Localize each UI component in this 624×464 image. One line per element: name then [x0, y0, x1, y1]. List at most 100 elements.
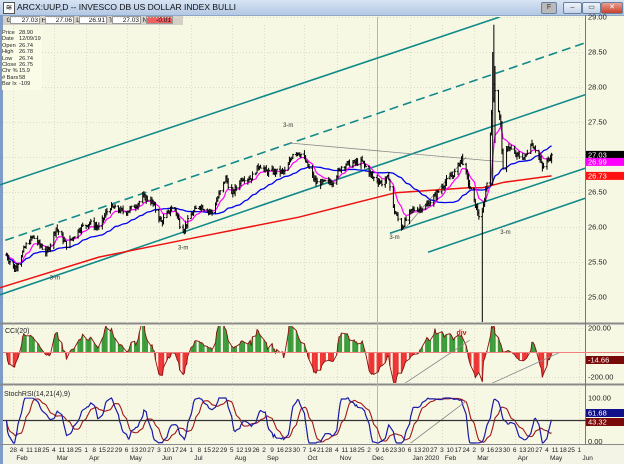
date-axis-month: Nov [340, 455, 352, 462]
date-axis-day: 2 [472, 447, 476, 454]
date-axis-day: 16 [487, 447, 495, 454]
stoch-title: StochRSI(14,21(4),9) [4, 391, 70, 398]
date-axis-day: 16 [382, 447, 390, 454]
date-axis-day: 8 [198, 447, 202, 454]
date-axis-day: 28 [325, 447, 333, 454]
date-axis-month: Apr [518, 455, 529, 462]
date-axis-day: 9 [480, 447, 484, 454]
date-axis-day: 24 [463, 447, 471, 454]
price-panel [0, 17, 585, 322]
info-value: 26.78 [19, 49, 33, 56]
date-axis-month: Aug [235, 455, 247, 462]
price-axis-label: 28.50 [588, 48, 607, 57]
date-axis-day: 11 [552, 447, 559, 454]
cci-axis-label: -200.00 [588, 373, 613, 382]
price-bar [526, 149, 529, 156]
date-axis-day: 6 [125, 447, 129, 454]
date-axis-day: 4 [20, 447, 24, 454]
date-axis-day: 2 [262, 447, 266, 454]
date-axis-day: 23 [285, 447, 293, 454]
date-axis-day: 18 [34, 447, 42, 454]
date-axis-day: 25 [42, 447, 50, 454]
price-axis-label: 25.00 [588, 293, 607, 302]
date-axis-day: 10 [163, 447, 171, 454]
date-axis-day: 9 [375, 447, 379, 454]
date-axis-day: 14 [309, 447, 317, 454]
info-row: Bar Ix -109 [2, 81, 42, 87]
date-axis-month: May [550, 455, 563, 462]
info-value: 12/09/19 [19, 36, 41, 43]
date-axis-day: 25 [568, 447, 576, 454]
price-bar [65, 240, 68, 250]
date-axis-day: 17 [171, 447, 179, 454]
date-axis-day: 28 [10, 447, 18, 454]
price-badge-value: 26.73 [588, 172, 607, 181]
date-axis-month: Mar [57, 455, 69, 462]
date-axis-month: Feb [16, 455, 28, 462]
date-axis-day: 5 [230, 447, 234, 454]
price-bar [178, 217, 181, 230]
date-axis-month: Dec [372, 455, 384, 462]
price-bars [5, 24, 553, 322]
wave-label: 3-m [500, 230, 510, 236]
date-axis-day: 10 [446, 447, 454, 454]
date-axis-day: 22 [212, 447, 220, 454]
date-axis-day: 22 [107, 447, 115, 454]
date-axis-day: 16 [277, 447, 285, 454]
chart-window: ≋ ARCX:UUP,D -- INVESCO DB US DOLLAR IND… [0, 0, 624, 464]
date-axis-day: 23 [390, 447, 398, 454]
date-axis-day: 18 [349, 447, 357, 454]
stoch-axis-label: 0.00 [588, 437, 603, 446]
date-axis-day: 3 [440, 447, 444, 454]
date-axis-day: 18 [560, 447, 568, 454]
date-axis-month: Jan 2020 [413, 455, 440, 462]
date-axis-month: Sep [267, 455, 279, 462]
date-axis-day: 1 [84, 447, 88, 454]
date-axis-day: 21 [317, 447, 325, 454]
date-axis-day: 19 [244, 447, 252, 454]
chart-canvas[interactable]: 3-m3-m3-m3-m3-m29.0028.5028.0027.5027.00… [0, 0, 624, 464]
date-axis-month: May [130, 455, 143, 462]
date-axis-day: 1 [189, 447, 193, 454]
price-bar [291, 153, 295, 159]
date-axis-day: 20 [527, 447, 535, 454]
date-axis-day: 9 [270, 447, 274, 454]
date-axis-month: Jul [194, 455, 203, 462]
info-value: -109 [19, 81, 31, 88]
stoch-d-value: 43.32 [588, 418, 607, 427]
date-axis-month: Oct [307, 455, 317, 462]
date-axis-day: 11 [26, 447, 33, 454]
date-axis-day: 29 [220, 447, 228, 454]
cci-axis-label: 200.00 [588, 324, 611, 333]
channel-line [5, 42, 585, 242]
date-axis-day: 4 [335, 447, 339, 454]
mid-moving-average [5, 145, 552, 265]
crosshair-info-box: Price 28.90 Date 12/09/19 Open 26.74 High 26.78… [2, 30, 42, 90]
price-axis-label: 26.50 [588, 188, 607, 197]
date-axis-day: 2 [367, 447, 371, 454]
wave-label: 3-m [178, 245, 188, 251]
date-axis-day: 18 [66, 447, 74, 454]
date-axis-day: 6 [513, 447, 517, 454]
info-value: 28.90 [19, 30, 33, 36]
wave-label: 3-m [283, 123, 293, 129]
date-axis-day: 25 [74, 447, 82, 454]
date-axis-day: 6 [408, 447, 412, 454]
wave-label: 3-m [389, 235, 399, 241]
date-axis-day: 30 [398, 447, 406, 454]
cci-panel [6, 326, 560, 383]
date-axis-day: 4 [52, 447, 56, 454]
price-bar [497, 89, 500, 113]
price-axis-label: 29.00 [588, 13, 607, 22]
date-axis-day: 25 [357, 447, 365, 454]
price-axis-label: 26.00 [588, 223, 607, 232]
price-bar [481, 207, 484, 322]
date-axis-day: 7 [303, 447, 307, 454]
wave-label: 3-m [50, 276, 60, 282]
date-axis-day: 15 [204, 447, 212, 454]
price-axis-label: 28.00 [588, 83, 607, 92]
price-badge-value: 26.99 [588, 158, 607, 167]
date-axis-day: 11 [59, 447, 66, 454]
info-value: 26.74 [19, 42, 33, 49]
date-axis-day: 13 [519, 447, 527, 454]
